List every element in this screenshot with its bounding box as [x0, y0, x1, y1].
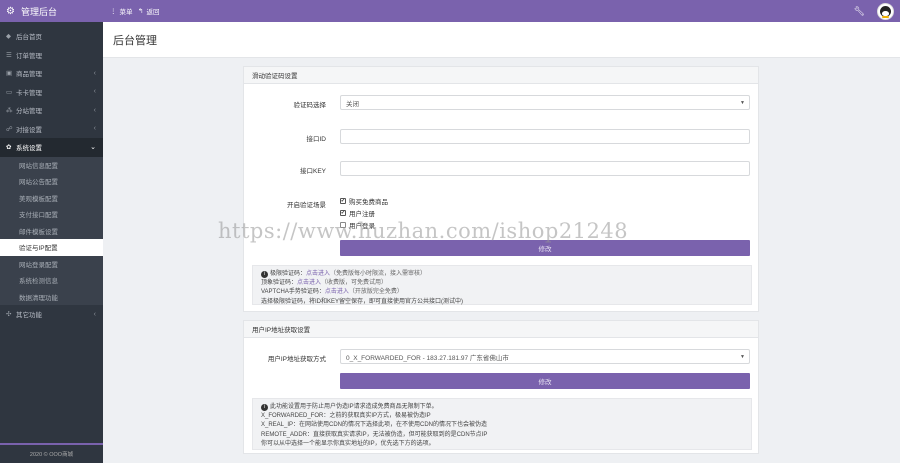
checkbox-checked-icon: ✔ — [340, 197, 346, 204]
scene-register-checkbox[interactable]: ✔ 用户注册 — [340, 208, 375, 218]
list-icon: ☰ — [6, 51, 12, 59]
captcha-help-box: i 极限验证码：点击进入（免费版每小时限流，接入需审核） 顶象验证码：点击进入（收… — [252, 265, 752, 305]
sidebar-subitem[interactable]: 邮件模板设置 — [0, 222, 103, 239]
scene-label: 用户注册 — [349, 211, 375, 218]
sidebar-item-label: 分站管理 — [16, 108, 42, 116]
ip-save-button[interactable]: 修改 — [340, 373, 750, 389]
chevron-left-icon: ‹ — [93, 88, 96, 96]
watermark: https://www.huzhan.com/ishop21248 — [218, 219, 629, 243]
help-text: 极限验证码： — [270, 271, 307, 277]
captcha-select-label: 验证码选择 — [293, 102, 327, 109]
sidebar-item-products[interactable]: ▣ 商品管理 ‹ — [0, 64, 103, 83]
info-icon: i — [261, 271, 268, 278]
sidebar-item-orders[interactable]: ☰ 订单管理 — [0, 46, 103, 65]
caret-down-icon: ▼ — [740, 99, 745, 106]
captcha-select-value: 关闭 — [346, 100, 359, 108]
back-icon: ↰ — [138, 8, 144, 15]
api-key-label: 接口KEY — [299, 168, 326, 175]
chevron-down-icon: ⌄ — [90, 144, 96, 152]
penguin-icon — [880, 5, 891, 18]
sidebar-subitem[interactable]: 网站公告配置 — [0, 173, 103, 190]
box-icon: ▣ — [6, 70, 13, 78]
dashboard-icon: ◆ — [6, 33, 11, 41]
help-text: 你可以从中选择一个能显示你真实地址的IP，优先选下方的选项。 — [261, 440, 435, 447]
sidebar-item-system[interactable]: ✿ 系统设置 ⌄ — [0, 138, 103, 157]
sidebar-subitem[interactable]: 系统检测信息 — [0, 272, 103, 289]
sidebar-item-label: 对接设置 — [16, 126, 42, 134]
ip-method-select[interactable]: 0_X_FORWARDED_FOR - 183.27.181.97 广东省佛山市… — [340, 349, 750, 364]
menu-label: 菜单 — [119, 9, 133, 16]
extension-icon: ✣ — [6, 311, 12, 319]
captcha-type-select[interactable]: 关闭 ▼ — [340, 95, 750, 110]
wrench-icon[interactable]: 🔧︎ — [854, 6, 865, 17]
back-button[interactable]: ↰ 返回 — [138, 0, 159, 22]
api-id-label: 接口ID — [306, 136, 327, 143]
sidebar-subitem[interactable]: 支付接口配置 — [0, 206, 103, 223]
help-text: X_FORWARDED_FOR：之前的获取真实IP方式，极易被伪造IP — [261, 413, 431, 420]
scenes-label: 开启验证场景 — [287, 202, 326, 209]
sidebar-item-substations[interactable]: ⁂ 分站管理 ‹ — [0, 101, 103, 120]
menu-icon: ⋮ — [110, 8, 117, 15]
info-icon: i — [261, 404, 268, 411]
sidebar-item-cards[interactable]: ▭ 卡卡管理 ‹ — [0, 83, 103, 102]
home-icon: ⚙ — [6, 5, 15, 17]
scene-label: 购买免费商品 — [349, 199, 388, 206]
chevron-left-icon: ‹ — [93, 125, 96, 133]
help-note: （开放版完全免费） — [348, 289, 403, 296]
users-icon: ☍ — [6, 125, 13, 133]
top-bar: ⚙ 管理后台 ⋮ 菜单 ↰ 返回 🔧︎ — [0, 0, 900, 22]
brand[interactable]: ⚙ 管理后台 — [0, 0, 103, 22]
panel-title: 用户IP地址获取设置 — [244, 321, 758, 338]
caret-down-icon: ▼ — [740, 353, 745, 360]
sidebar-item-label: 系统设置 — [16, 145, 42, 153]
sidebar-subitem-current[interactable]: 验证与IP配置 — [0, 239, 103, 256]
help-note: （收费版，可免费试用） — [321, 280, 388, 287]
sidebar-item-docking[interactable]: ☍ 对接设置 ‹ — [0, 120, 103, 139]
panel-title: 滑动验证码设置 — [244, 67, 758, 84]
chevron-left-icon: ‹ — [93, 310, 96, 318]
gear-icon: ✿ — [6, 144, 12, 152]
api-key-input[interactable] — [340, 161, 750, 176]
help-text: 选择极限验证码，将ID和KEY留空保存，即可直接使用官方公共接口(测试中) — [261, 298, 464, 305]
help-text: 顶象验证码： — [261, 280, 298, 287]
menu-toggle-button[interactable]: ⋮ 菜单 — [110, 0, 133, 22]
scene-free-purchase-checkbox[interactable]: ✔ 购买免费商品 — [340, 196, 388, 206]
avatar[interactable] — [877, 2, 894, 20]
page-title: 后台管理 — [103, 22, 900, 58]
share-icon: ⁂ — [6, 107, 13, 115]
help-text: REMOTE_ADDR：直接获取真实请求IP，无法被伪造，但可能获取到的是CDN… — [261, 431, 488, 438]
sidebar-item-other[interactable]: ✣ 其它功能 ‹ — [0, 305, 103, 324]
help-text: X_REAL_IP：在网站使用CDN的情况下选择此项，在不使用CDN的情况下也会… — [261, 422, 488, 429]
dingxiang-link[interactable]: 点击进入 — [297, 280, 321, 286]
sidebar-item-dashboard[interactable]: ◆ 后台首页 — [0, 27, 103, 46]
help-note: （免费版每小时限流，接入需审核） — [330, 271, 427, 277]
sidebar-footer: 2020 © OOO商城 — [0, 443, 103, 463]
sidebar-subitem[interactable]: 网站登录配置 — [0, 255, 103, 272]
sidebar: ◆ 后台首页 ☰ 订单管理 ▣ 商品管理 ‹ ▭ 卡卡管理 ‹ ⁂ 分站管理 ‹… — [0, 22, 103, 463]
sidebar-subitem[interactable]: 网站信息配置 — [0, 156, 103, 173]
ip-settings-panel: 用户IP地址获取设置 用户IP地址获取方式 0_X_FORWARDED_FOR … — [243, 320, 759, 454]
geetest-link[interactable]: 点击进入 — [306, 271, 330, 277]
help-text: 此功能设置用于防止用户伪造IP请求造成免费商品无限制下单。 — [270, 404, 438, 410]
ip-method-value: 0_X_FORWARDED_FOR - 183.27.181.97 广东省佛山市 — [346, 354, 509, 362]
sidebar-item-label: 后台首页 — [16, 34, 42, 42]
sidebar-item-label: 商品管理 — [16, 71, 42, 79]
captcha-settings-panel: 滑动验证码设置 验证码选择 关闭 ▼ 接口ID 接口KEY 开启验证场景 ✔ 购… — [243, 66, 759, 312]
chevron-left-icon: ‹ — [93, 69, 96, 77]
brand-title: 管理后台 — [20, 6, 57, 17]
ip-method-label: 用户IP地址获取方式 — [267, 356, 326, 363]
sidebar-item-label: 订单管理 — [16, 52, 42, 60]
sidebar-subitem[interactable]: 美观模板配置 — [0, 189, 103, 206]
api-id-input[interactable] — [340, 129, 750, 144]
vaptcha-link[interactable]: 点击进入 — [325, 289, 349, 295]
card-icon: ▭ — [6, 88, 13, 96]
back-label: 返回 — [146, 9, 160, 16]
sidebar-item-label: 卡卡管理 — [16, 89, 42, 97]
ip-help-box: i 此功能设置用于防止用户伪造IP请求造成免费商品无限制下单。 X_FORWARD… — [252, 398, 752, 450]
sidebar-subitem[interactable]: 数据清理功能 — [0, 288, 103, 305]
help-text: VAPTCHA手势验证码： — [261, 289, 325, 296]
checkbox-checked-icon: ✔ — [340, 209, 346, 216]
chevron-left-icon: ‹ — [93, 106, 96, 114]
sidebar-item-label: 其它功能 — [16, 312, 42, 320]
